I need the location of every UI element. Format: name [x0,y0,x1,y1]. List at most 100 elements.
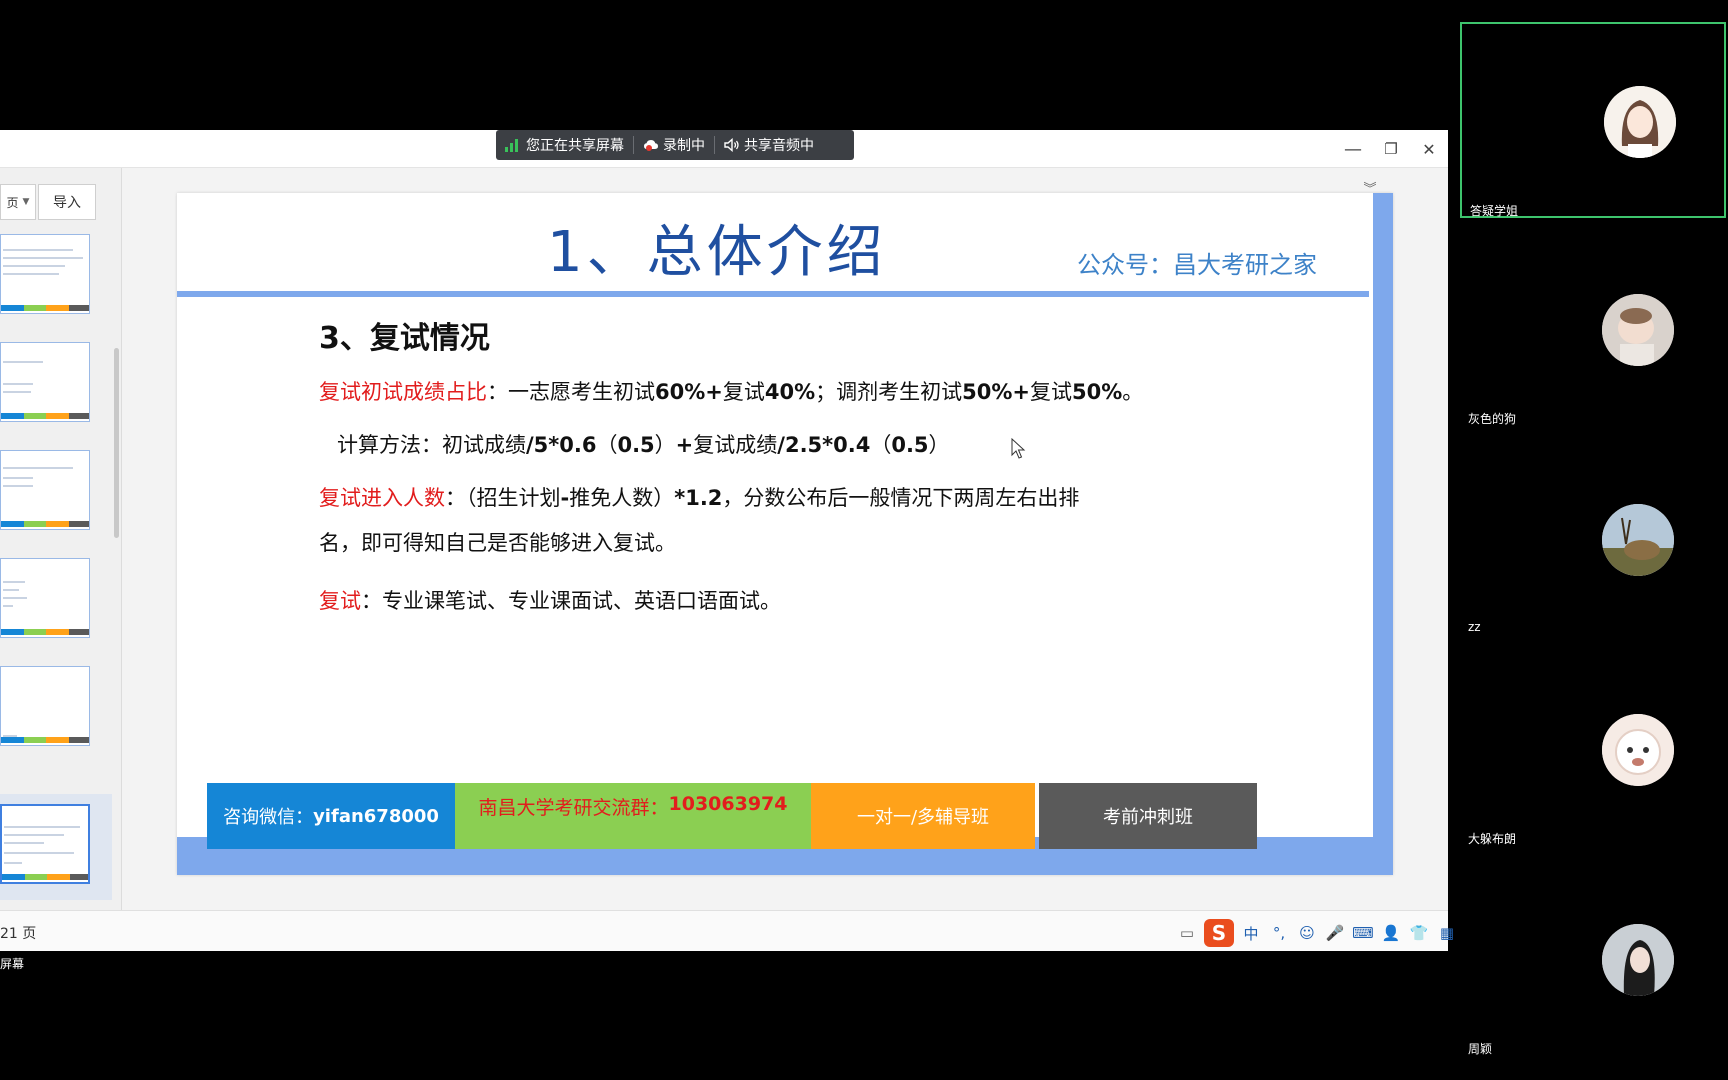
text-run: （ [596,433,618,457]
text-run: 103063974 [668,793,788,815]
text-run: 60%+ [655,380,723,404]
participants-panel: 答疑学姐 灰色的狗 zz 大躲布朗 周颖 [1456,0,1728,1080]
slide-thumbnail-pane: 页 ▼ 导入 [0,168,122,910]
retest-content-paragraph: 复试：专业课笔试、专业课面试、英语口语面试。 [319,585,781,615]
text-run: 复试 [1030,380,1073,404]
calculation-paragraph: 计算方法：初试成绩/5*0.6（0.5）+复试成绩/2.5*0.4（0.5） [337,429,950,459]
screen-share-toolbar: 您正在共享屏幕 录制中 共享音频中 [496,130,854,160]
slide-thumbnail[interactable] [0,666,90,746]
text-run: *1.2 [674,486,723,510]
minimize-button[interactable]: — [1340,136,1366,162]
retest-content-label: 复试 [319,589,361,613]
participant-tile[interactable]: 答疑学姐 [1460,22,1726,218]
text-run: 50%+ [962,380,1031,404]
thumbnail-scrollbar[interactable] [114,348,119,538]
slide-thumbnail[interactable] [0,558,90,638]
slide-thumbnail[interactable] [0,450,90,530]
participant-tile[interactable]: 周颖 [1460,862,1726,1058]
sharing-status[interactable]: 您正在共享屏幕 [496,130,633,160]
avatar-image [1602,294,1674,366]
skin-icon[interactable]: 👕 [1408,922,1430,944]
mouse-pointer-icon [1011,438,1026,459]
sharing-label: 您正在共享屏幕 [526,138,624,154]
text-run: ） [654,433,676,457]
slide-thumbnail[interactable] [0,342,90,422]
text-run: 0.5 [617,433,655,457]
avatar [1602,714,1674,786]
text-run: ：专业课笔试、专业课面试、英语口语面试。 [361,589,781,613]
avatar-image [1602,714,1674,786]
text-run: 计算方法：初试成绩 [337,433,526,457]
ime-language-toggle[interactable]: 中 [1240,922,1262,944]
score-ratio-label: 复试初试成绩占比 [319,380,487,404]
text-run: /2.5*0.4 [777,433,871,457]
title-divider [177,291,1369,297]
recording-status[interactable]: 录制中 [634,130,714,160]
public-account-label: 公众号：昌大考研之家 [1077,251,1317,279]
participant-tile[interactable]: 大躲布朗 [1460,652,1726,848]
text-run: ：一志愿考生初试 [487,380,655,404]
recording-label: 录制中 [663,138,705,154]
text-run: 0.5 [891,433,929,457]
text-run: ：（招生计划 [445,486,561,510]
retest-count-label: 复试进入人数 [319,486,445,510]
punctuation-icon[interactable]: °, [1268,922,1290,944]
retest-count-paragraph-line2: 名，即可得知自己是否能够进入复试。 [319,531,676,555]
window-title-bar: 您正在共享屏幕 录制中 共享音频中 — ❐ ✕ [0,130,1448,168]
participant-tile[interactable]: 灰色的狗 [1460,232,1726,428]
current-slide: 1、总体介绍 公众号：昌大考研之家 3、复试情况 复试初试成绩占比：一志愿考生初… [177,193,1393,875]
avatar-image [1602,924,1674,996]
microphone-icon[interactable]: 🎤 [1324,922,1346,944]
text-run: 推免人数） [569,486,675,510]
avatar [1604,86,1676,158]
qq-group-box: 南昌大学考研交流群： 103063974 [455,783,811,849]
restore-button[interactable]: ❐ [1378,136,1404,162]
thumbnail-toolbar: 页 ▼ 导入 [0,184,96,220]
screen-share-label: 屏幕 [0,957,25,971]
user-icon[interactable]: 👤 [1380,922,1402,944]
shared-window: 您正在共享屏幕 录制中 共享音频中 — ❐ ✕ 页 ▼ 导入 ︾ 1、总体介绍 … [0,130,1454,951]
sprint-class-box: 考前冲刺班 [1039,783,1257,849]
text-run: 咨询微信： [223,807,314,828]
text-run: 50% [1072,380,1123,404]
participant-name: zz [1468,620,1481,634]
view-dropdown-label: 页 [6,195,19,210]
avatar-image [1604,86,1676,158]
consult-wechat-box: 咨询微信： yifan678000 [207,783,455,849]
avatar [1602,924,1674,996]
slide-decor-bar [1373,193,1393,875]
score-ratio-paragraph: 复试初试成绩占比：一志愿考生初试60%+复试40%；调剂考生初试50%+复试50… [319,376,1143,406]
text-run: 南昌大学考研交流群： [478,797,669,819]
chevron-down-icon: ▼ [22,197,30,207]
status-bar: 21 页 ▭ S 中 °, ☺ 🎤 ⌨ 👤 👕 ▦ [0,910,1454,951]
close-button[interactable]: ✕ [1416,136,1442,162]
participant-name: 答疑学姐 [1470,204,1519,218]
participant-name: 大躲布朗 [1468,832,1517,846]
text-run: 复试 [722,380,765,404]
participant-tile[interactable]: zz [1460,442,1726,638]
emoji-icon[interactable]: ☺ [1296,922,1318,944]
section-heading: 3、复试情况 [319,321,490,356]
text-run: ，分数公布后一般情况下两周左右出排 [722,486,1080,510]
sogou-logo-icon[interactable]: S [1204,919,1234,947]
audio-share-status[interactable]: 共享音频中 [715,130,823,160]
slide-title: 1、总体介绍 [547,220,887,285]
slide-thumbnail[interactable] [0,234,90,314]
signal-icon [505,138,518,152]
speaker-icon [724,138,739,152]
slide-thumbnail-current[interactable] [0,804,90,884]
text-run: ；调剂考生初试 [815,380,963,404]
tutoring-class-box: 一对一/多辅导班 [811,783,1035,849]
text-run: + [675,433,694,457]
view-dropdown[interactable]: 页 ▼ [0,184,36,220]
text-run: 复试成绩 [693,433,778,457]
layout-icon[interactable]: ▭ [1176,922,1198,944]
slide-footer-banner: 咨询微信： yifan678000 南昌大学考研交流群： 103063974 一对一… [207,783,1257,849]
participant-name: 周颖 [1468,1042,1493,1056]
text-run: 。 [1122,380,1144,404]
text-run: - [560,486,570,510]
import-button[interactable]: 导入 [38,184,96,220]
text-run: 40% [764,380,816,404]
keyboard-icon[interactable]: ⌨ [1352,922,1374,944]
apps-grid-icon[interactable]: ▦ [1436,922,1458,944]
